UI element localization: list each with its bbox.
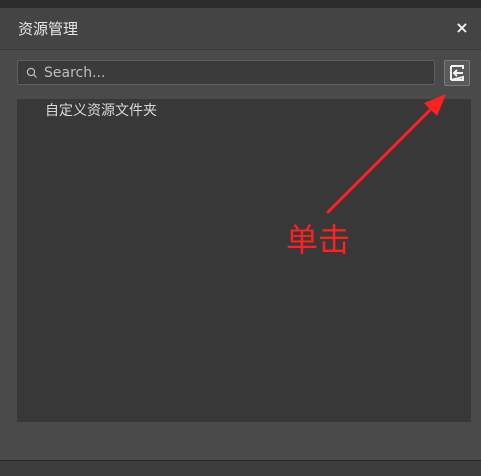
annotation-arrow — [326, 94, 446, 214]
annotation-label: 单击 — [286, 221, 351, 259]
